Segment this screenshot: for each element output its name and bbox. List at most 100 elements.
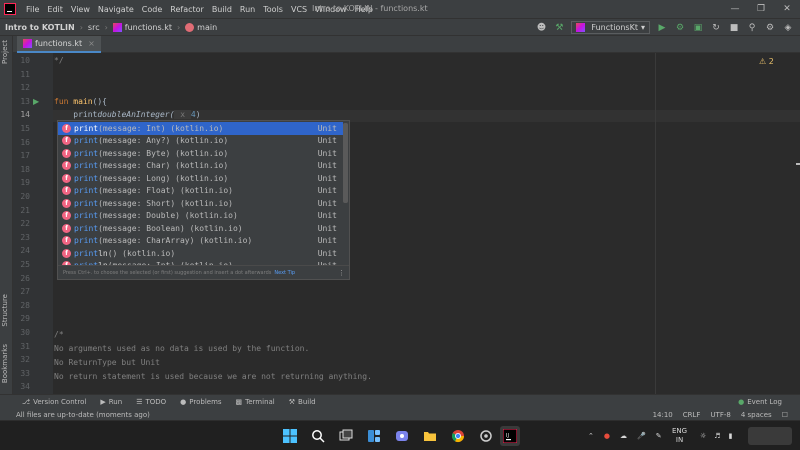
terminal-button[interactable]: ▩ Terminal xyxy=(230,398,283,406)
completion-item[interactable]: f print (message: Double) (kotlin.io) Unit xyxy=(58,210,343,223)
menu-refactor[interactable]: Refactor xyxy=(166,5,208,14)
menu-build[interactable]: Build xyxy=(208,5,236,14)
notification-app-icon[interactable]: ● xyxy=(604,432,610,440)
completion-item[interactable]: f print (message: Byte) (kotlin.io) Unit xyxy=(58,147,343,160)
close-tab-icon[interactable]: × xyxy=(88,39,95,48)
completion-item[interactable]: f print (message: Long) (kotlin.io) Unit xyxy=(58,172,343,185)
next-tip-link[interactable]: Next Tip xyxy=(274,270,295,276)
profile-icon[interactable]: ↻ xyxy=(710,23,722,33)
close-window-button[interactable]: ✕ xyxy=(774,0,800,18)
search-icon[interactable]: ⚲ xyxy=(746,23,758,33)
line-number[interactable]: 31 xyxy=(13,342,30,351)
breadcrumb-project[interactable]: Intro to KOTLIN xyxy=(0,23,80,32)
line-number[interactable]: 32 xyxy=(13,355,30,364)
line-number[interactable]: 34 xyxy=(13,382,30,391)
completion-item[interactable]: f print (message: Boolean) (kotlin.io) Unit xyxy=(58,222,343,235)
line-number[interactable]: 23 xyxy=(13,233,30,242)
todo-button[interactable]: ☰ TODO xyxy=(130,398,174,406)
line-number[interactable]: 30 xyxy=(13,328,30,337)
completion-item[interactable]: f print (message: Any?) (kotlin.io) Unit xyxy=(58,135,343,148)
file-encoding[interactable]: UTF-8 xyxy=(710,411,730,419)
cloud-icon[interactable]: ☁ xyxy=(620,432,627,440)
line-number[interactable]: 29 xyxy=(13,314,30,323)
line-number[interactable]: 33 xyxy=(13,369,30,378)
bookmarks-tool-tab[interactable]: Bookmarks xyxy=(1,344,9,383)
taskbar-search-icon[interactable] xyxy=(308,426,328,446)
menu-file[interactable]: File xyxy=(22,5,43,14)
line-separator[interactable]: CRLF xyxy=(683,411,701,419)
lock-icon[interactable]: ☐ xyxy=(782,411,788,419)
run-icon[interactable]: ▶ xyxy=(656,23,668,33)
popup-scrollbar[interactable] xyxy=(343,123,348,203)
line-number[interactable]: 26 xyxy=(13,274,30,283)
menu-edit[interactable]: Edit xyxy=(43,5,67,14)
clock-area[interactable] xyxy=(748,427,792,445)
run-gutter-icon[interactable]: ▶ xyxy=(33,97,39,106)
line-number[interactable]: 15 xyxy=(13,124,30,133)
completion-item[interactable]: f print (message: Float) (kotlin.io) Unit xyxy=(58,185,343,198)
menu-run[interactable]: Run xyxy=(236,5,259,14)
debug-icon[interactable]: ⚙ xyxy=(674,23,686,33)
user-icon[interactable]: ☻ xyxy=(535,23,547,33)
line-number[interactable]: 17 xyxy=(13,151,30,160)
line-number[interactable]: 20 xyxy=(13,192,30,201)
language-indicator[interactable]: ENG IN xyxy=(672,421,687,450)
completion-item[interactable]: f print ln() (kotlin.io) Unit xyxy=(58,247,343,260)
chevron-up-icon[interactable]: ⌃ xyxy=(588,432,594,440)
line-number[interactable]: 18 xyxy=(13,165,30,174)
line-number[interactable]: 10 xyxy=(13,56,30,65)
ide-logo-icon[interactable]: ◈ xyxy=(782,23,794,33)
restore-button[interactable]: ❐ xyxy=(748,0,774,18)
breadcrumb-function[interactable]: main xyxy=(180,22,222,32)
more-options-icon[interactable]: ⋮ xyxy=(338,269,345,277)
tab-functions-kt[interactable]: functions.kt × xyxy=(17,36,101,53)
line-number[interactable]: 16 xyxy=(13,138,30,147)
teams-chat-icon[interactable] xyxy=(392,426,412,446)
windows-start-icon[interactable] xyxy=(280,426,300,446)
hammer-icon[interactable]: ⚒ xyxy=(553,23,565,33)
completion-item[interactable]: f print (message: Char) (kotlin.io) Unit xyxy=(58,160,343,173)
task-view-icon[interactable] xyxy=(336,426,356,446)
menu-vcs[interactable]: VCS xyxy=(287,5,311,14)
pen-icon[interactable]: ✎ xyxy=(656,432,662,440)
quick-settings[interactable]: ☼ ♬ ▮ xyxy=(700,421,732,450)
build-button[interactable]: ⚒ Build xyxy=(283,398,324,406)
line-number[interactable]: 27 xyxy=(13,287,30,296)
indent-setting[interactable]: 4 spaces xyxy=(741,411,772,419)
microphone-icon[interactable]: 🎤 xyxy=(637,432,646,440)
line-number[interactable]: 14 xyxy=(13,110,30,119)
problems-button[interactable]: ● Problems xyxy=(174,398,229,406)
project-tool-tab[interactable]: Project xyxy=(1,40,9,64)
run-tool-button[interactable]: ▶ Run xyxy=(94,398,130,406)
file-explorer-icon[interactable] xyxy=(420,426,440,446)
line-number[interactable]: 11 xyxy=(13,70,30,79)
menu-code[interactable]: Code xyxy=(138,5,166,14)
warning-count-badge[interactable]: ⚠ 2 xyxy=(759,57,774,66)
menu-tools[interactable]: Tools xyxy=(259,5,287,14)
line-number[interactable]: 25 xyxy=(13,260,30,269)
chrome-icon[interactable] xyxy=(448,426,468,446)
line-number[interactable]: 28 xyxy=(13,301,30,310)
scrollbar-marker[interactable] xyxy=(796,163,800,165)
completion-item[interactable]: f print (message: Int) (kotlin.io) Unit xyxy=(58,122,343,135)
event-log-button[interactable]: ● Event Log xyxy=(738,398,782,406)
settings-app-icon[interactable] xyxy=(476,426,496,446)
stop-icon[interactable]: ■ xyxy=(728,23,740,33)
coverage-icon[interactable]: ▣ xyxy=(692,23,704,33)
widgets-icon[interactable] xyxy=(364,426,384,446)
breadcrumb-file[interactable]: functions.kt xyxy=(108,22,177,32)
settings-icon[interactable]: ⚙ xyxy=(764,23,776,33)
menu-view[interactable]: View xyxy=(67,5,94,14)
version-control-button[interactable]: ⎇ Version Control xyxy=(16,398,94,406)
completion-item[interactable]: f print (message: Short) (kotlin.io) Unit xyxy=(58,197,343,210)
line-number[interactable]: 21 xyxy=(13,206,30,215)
line-number[interactable]: 12 xyxy=(13,83,30,92)
code-completion-popup[interactable]: f print (message: Int) (kotlin.io) Unit f pri… xyxy=(57,120,350,280)
line-number[interactable]: 24 xyxy=(13,246,30,255)
completion-item[interactable]: f print (message: CharArray) (kotlin.io) Un… xyxy=(58,235,343,248)
breadcrumb-folder[interactable]: src xyxy=(83,23,105,32)
structure-tool-tab[interactable]: Structure xyxy=(1,294,9,327)
minimize-button[interactable]: — xyxy=(722,0,748,18)
line-number[interactable]: 22 xyxy=(13,219,30,228)
menu-navigate[interactable]: Navigate xyxy=(94,5,138,14)
